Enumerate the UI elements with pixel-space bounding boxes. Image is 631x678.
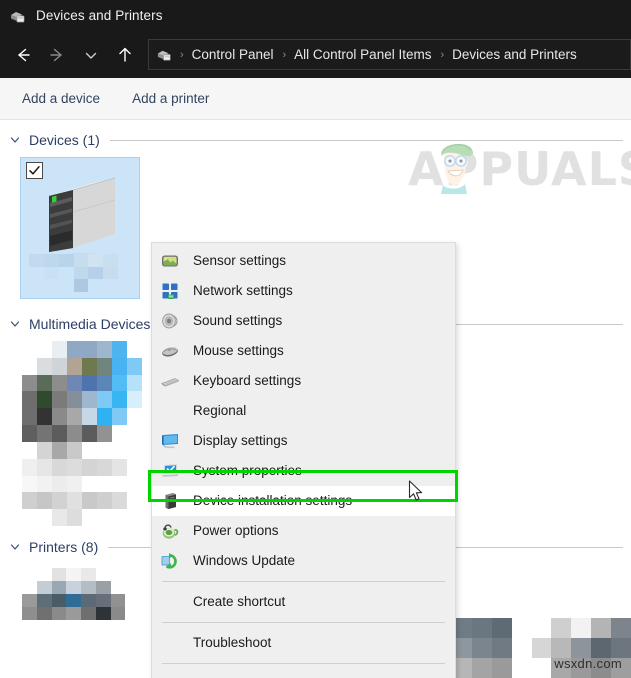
breadcrumb-separator: ›	[440, 48, 445, 61]
chevron-down-icon[interactable]	[74, 38, 108, 72]
menu-item-label: Troubleshoot	[193, 635, 272, 651]
breadcrumb-separator: ›	[282, 48, 287, 61]
group-label-printers: Printers (8)	[29, 539, 99, 555]
menu-item-label: Create shortcut	[193, 594, 286, 610]
group-divider	[109, 139, 623, 141]
navigation-bar: › Control Panel › All Control Panel Item…	[0, 31, 631, 78]
chevron-down-icon[interactable]	[9, 541, 21, 553]
menu-separator	[162, 622, 445, 623]
menu-item-sensor-settings[interactable]: Sensor settings	[152, 246, 455, 276]
devices-and-printers-window: Devices and Printers › Control Panel › A…	[0, 0, 631, 678]
menu-item-display-settings[interactable]: Display settings	[152, 426, 455, 456]
system-icon	[159, 460, 181, 482]
speaker-icon	[159, 310, 181, 332]
menu-item-label: Power options	[193, 523, 279, 539]
device-tower-icon	[159, 490, 181, 512]
menu-item-label: Keyboard settings	[193, 373, 302, 389]
add-a-device-button[interactable]: Add a device	[22, 91, 100, 106]
address-bar[interactable]: › Control Panel › All Control Panel Item…	[148, 39, 631, 70]
menu-item-label: Device installation settings	[193, 493, 353, 509]
breadcrumb-devices-and-printers[interactable]: Devices and Printers	[450, 47, 579, 62]
checkmark-icon	[29, 166, 40, 175]
keyboard-icon	[159, 370, 181, 392]
menu-item-windows-update[interactable]: Windows Update	[152, 546, 455, 576]
back-arrow-icon[interactable]	[6, 38, 40, 72]
power-plug-icon	[159, 520, 181, 542]
device-tile-checkbox[interactable]	[26, 162, 43, 179]
menu-item-system-properties[interactable]: System properties	[152, 456, 455, 486]
menu-item-label: Network settings	[193, 283, 293, 299]
site-watermark: wsxdn.com	[554, 656, 622, 671]
menu-item-network-settings[interactable]: Network settings	[152, 276, 455, 306]
group-label-multimedia-devices: Multimedia Devices	[29, 316, 151, 332]
add-a-printer-button[interactable]: Add a printer	[132, 91, 209, 106]
address-bar-devices-icon	[156, 46, 173, 63]
menu-item-regional[interactable]: Regional	[152, 396, 455, 426]
command-bar: Add a device Add a printer	[0, 78, 631, 120]
menu-item-mouse-settings[interactable]: Mouse settings	[152, 336, 455, 366]
menu-item-label: Display settings	[193, 433, 288, 449]
breadcrumb-all-control-panel-items[interactable]: All Control Panel Items	[292, 47, 433, 62]
device-tile-computer[interactable]	[20, 157, 140, 299]
menu-separator	[162, 663, 445, 664]
window-title: Devices and Printers	[36, 8, 163, 23]
chevron-down-icon[interactable]	[9, 318, 21, 330]
multimedia-device-tile-redacted[interactable]	[22, 341, 142, 526]
menu-item-label: Windows Update	[193, 553, 296, 569]
sensor-icon	[159, 250, 181, 272]
menu-item-label: Regional	[193, 403, 247, 419]
title-bar: Devices and Printers	[0, 0, 631, 31]
menu-item-power-options[interactable]: Power options	[152, 516, 455, 546]
windows-update-icon	[159, 550, 181, 572]
breadcrumb-control-panel[interactable]: Control Panel	[190, 47, 276, 62]
menu-item-sound-settings[interactable]: Sound settings	[152, 306, 455, 336]
group-label-devices: Devices (1)	[29, 132, 100, 148]
menu-item-keyboard-settings[interactable]: Keyboard settings	[152, 366, 455, 396]
menu-item-label: Mouse settings	[193, 343, 284, 359]
forward-arrow-icon[interactable]	[40, 38, 74, 72]
group-header-devices[interactable]: Devices (1)	[0, 129, 631, 151]
breadcrumb-separator: ›	[180, 48, 184, 61]
menu-item-label: Sound settings	[193, 313, 283, 329]
mouse-icon	[159, 340, 181, 362]
menu-separator	[162, 581, 445, 582]
monitor-icon	[159, 430, 181, 452]
context-menu[interactable]: Sensor settings Network settings Sound s…	[151, 242, 456, 678]
device-tile-caption-redacted	[29, 254, 133, 292]
up-arrow-icon[interactable]	[108, 38, 142, 72]
devices-and-printers-icon	[9, 7, 27, 25]
menu-item-label: System properties	[193, 463, 302, 479]
menu-item-label: Sensor settings	[193, 253, 287, 269]
menu-item-properties[interactable]: Properties	[152, 669, 455, 678]
menu-item-create-shortcut[interactable]: Create shortcut	[152, 587, 455, 617]
chevron-down-icon[interactable]	[9, 134, 21, 146]
menu-item-device-installation-settings[interactable]: Device installation settings	[152, 486, 455, 516]
menu-item-troubleshoot[interactable]: Troubleshoot	[152, 628, 455, 658]
printer-tile-redacted[interactable]	[22, 568, 140, 620]
network-icon	[159, 280, 181, 302]
